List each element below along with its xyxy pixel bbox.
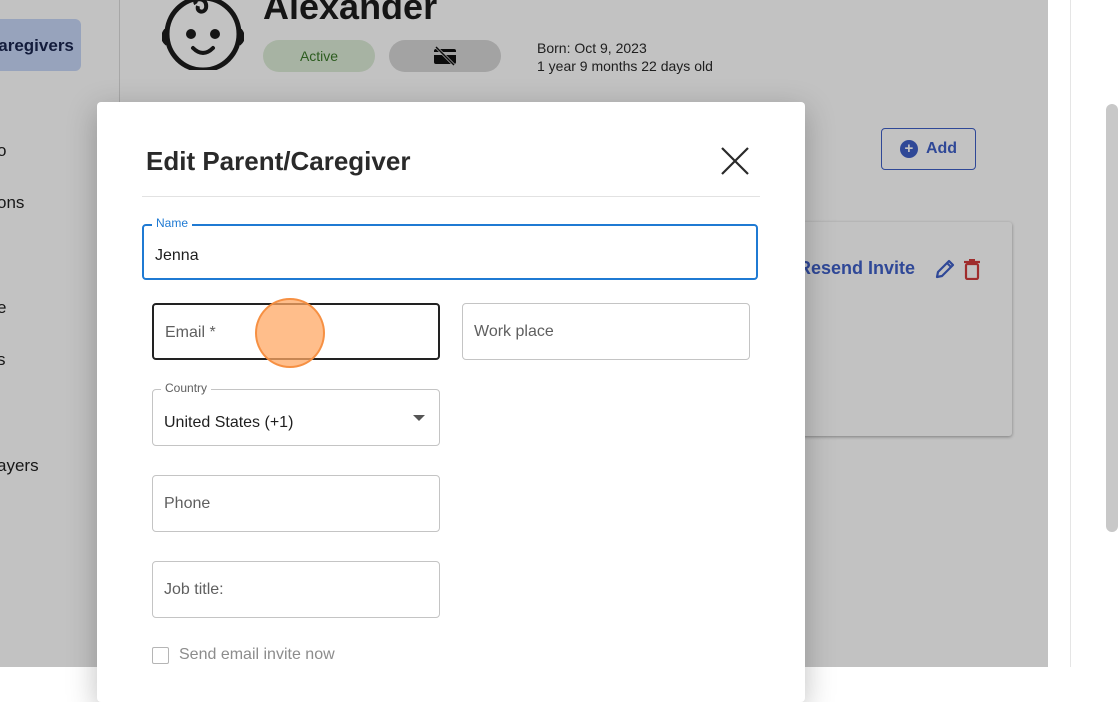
scrollbar-thumb[interactable] — [1106, 104, 1118, 532]
country-select-label: Country — [161, 381, 212, 395]
name-field-label: Name — [152, 216, 193, 230]
divider — [142, 196, 760, 197]
job-title-field[interactable]: Job title: — [152, 561, 440, 618]
dialog-title: Edit Parent/Caregiver — [146, 146, 411, 176]
chevron-down-icon[interactable] — [413, 415, 425, 421]
phone-field-placeholder[interactable]: Phone — [164, 495, 210, 513]
job-title-field-placeholder[interactable]: Job title: — [164, 581, 224, 599]
send-invite-label[interactable]: Send email invite now — [179, 646, 335, 664]
click-indicator — [255, 298, 325, 368]
name-field[interactable]: Name Jenna — [142, 216, 758, 280]
workplace-field[interactable]: Work place — [462, 303, 750, 360]
close-icon[interactable] — [719, 145, 751, 177]
country-select[interactable]: Country United States (+1) — [152, 381, 440, 446]
workplace-field-placeholder[interactable]: Work place — [474, 323, 554, 341]
name-field-value[interactable]: Jenna — [155, 247, 199, 265]
email-field-placeholder[interactable]: Email * — [165, 324, 216, 342]
edit-caregiver-dialog: Edit Parent/Caregiver Name Jenna Email *… — [97, 102, 805, 702]
country-select-value[interactable]: United States (+1) — [164, 414, 293, 432]
send-invite-checkbox[interactable] — [152, 647, 169, 664]
phone-field[interactable]: Phone — [152, 475, 440, 532]
